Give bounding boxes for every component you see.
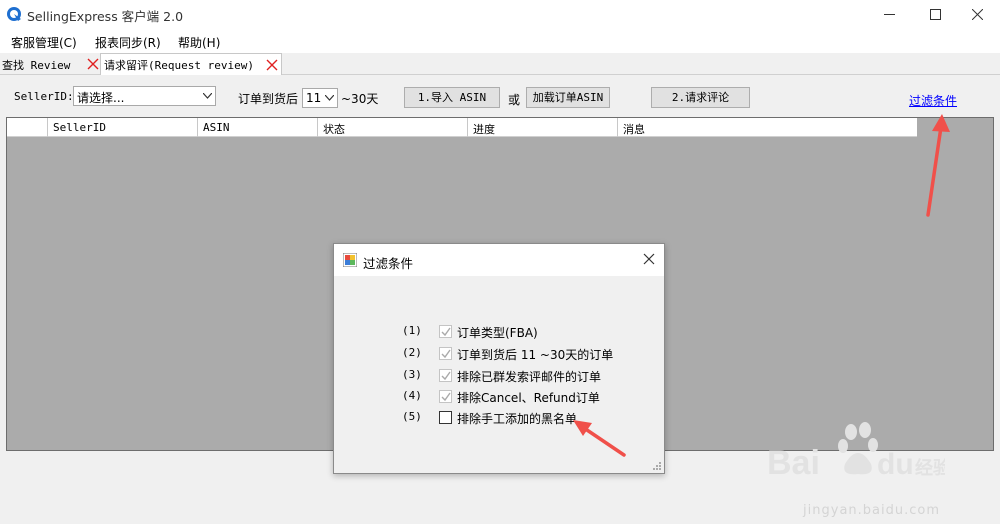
- baidu-watermark-logo: Bai du 经验: [767, 422, 945, 482]
- arrow-to-option-5: [573, 420, 626, 457]
- svg-text:du: du: [877, 448, 914, 481]
- arrow-to-filter-link: [926, 114, 950, 217]
- svg-text:经验: 经验: [915, 457, 945, 479]
- watermark-url: jingyan.baidu.com: [803, 503, 940, 518]
- svg-text:Bai: Bai: [767, 444, 820, 482]
